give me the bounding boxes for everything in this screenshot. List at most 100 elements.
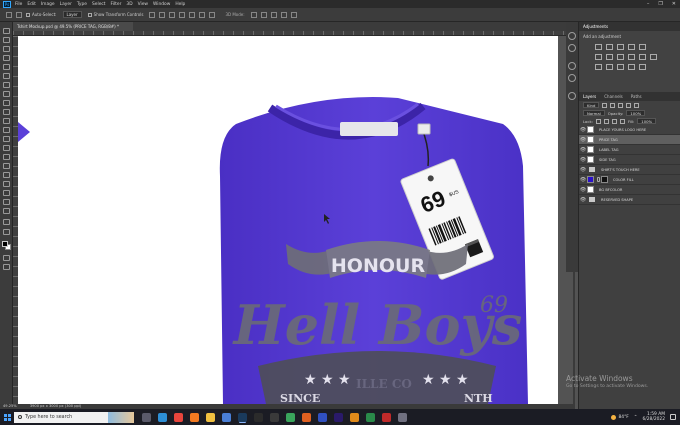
3d-rotate-icon[interactable] [250, 11, 257, 18]
frame-tool-icon[interactable] [3, 73, 10, 79]
visibility-eye-icon[interactable]: 👁 [579, 177, 587, 183]
brightness-contrast-icon[interactable] [595, 44, 602, 50]
posterize-icon[interactable] [606, 64, 613, 70]
rectangle-tool-icon[interactable] [3, 190, 10, 196]
show-transform-checkbox[interactable]: Show Transform Controls [87, 12, 143, 17]
taskbar-photoshop-icon[interactable] [237, 412, 247, 422]
lasso-tool-icon[interactable] [3, 46, 10, 52]
menu-filter[interactable]: Filter [111, 2, 122, 7]
gradient-map-icon[interactable] [639, 64, 646, 70]
visibility-eye-icon[interactable]: 👁 [579, 167, 587, 173]
taskbar-after-effects-icon[interactable] [333, 412, 343, 422]
marquee-tool-icon[interactable] [3, 37, 10, 43]
menu-type[interactable]: Type [77, 2, 87, 7]
layer-row[interactable]: 👁 BG BFCOLOR [579, 185, 680, 195]
zoom-level[interactable]: 49.25% [3, 404, 17, 408]
3d-pan-icon[interactable] [270, 11, 277, 18]
align-bottom-icon[interactable] [199, 11, 206, 18]
restore-button[interactable]: ❐ [658, 1, 662, 7]
layer-row[interactable]: 👁 SHIRT'S TOUCH HERE [579, 165, 680, 175]
pen-tool-icon[interactable] [3, 163, 10, 169]
menu-3d[interactable]: 3D [126, 2, 132, 7]
taskbar-app-orange-icon[interactable] [301, 412, 311, 422]
visibility-eye-icon[interactable]: 👁 [579, 127, 587, 133]
brush-panel-icon[interactable] [568, 92, 576, 100]
menu-select[interactable]: Select [92, 2, 106, 7]
filter-shape-icon[interactable] [626, 102, 632, 108]
screen-mode-icon[interactable] [3, 264, 10, 270]
history-brush-tool-icon[interactable] [3, 118, 10, 124]
history-panel-icon[interactable] [568, 32, 576, 40]
hue-saturation-icon[interactable] [595, 54, 602, 60]
path-selection-tool-icon[interactable] [3, 181, 10, 187]
notification-icon[interactable] [670, 414, 676, 420]
fill-input[interactable]: 100% [637, 118, 657, 124]
blend-mode-select[interactable]: Normal [583, 110, 605, 116]
quick-select-tool-icon[interactable] [3, 55, 10, 61]
tab-adjustments[interactable]: Adjustments [583, 24, 608, 29]
dodge-tool-icon[interactable] [3, 154, 10, 160]
menu-window[interactable]: Window [153, 2, 170, 7]
libraries-panel-icon[interactable] [568, 74, 576, 82]
menu-view[interactable]: View [138, 2, 148, 7]
filter-smart-icon[interactable] [634, 102, 640, 108]
taskbar-store-icon[interactable] [221, 412, 231, 422]
levels-icon[interactable] [606, 44, 613, 50]
layer-filter-kind[interactable]: Kind [583, 102, 600, 108]
lock-transparent-icon[interactable] [595, 118, 601, 124]
taskbar-file-explorer-icon[interactable] [205, 412, 215, 422]
menu-layer[interactable]: Layer [60, 2, 72, 7]
black-white-icon[interactable] [617, 54, 624, 60]
auto-select-dropdown[interactable]: Layer [62, 11, 82, 18]
close-button[interactable]: ✕ [672, 1, 676, 7]
align-left-icon[interactable] [149, 11, 156, 18]
channel-mixer-icon[interactable] [639, 54, 646, 60]
properties-panel-icon[interactable] [568, 44, 576, 52]
filter-pixel-icon[interactable] [602, 102, 608, 108]
distribute-icon[interactable] [209, 11, 216, 18]
taskbar-app-blue-icon[interactable] [317, 412, 327, 422]
color-lookup-icon[interactable] [650, 54, 657, 60]
type-tool-icon[interactable] [3, 172, 10, 178]
menu-edit[interactable]: Edit [27, 2, 36, 7]
document-canvas[interactable]: 69 $US HONOUR Hell Boys 69 ★ ★ ★ ★ ★ ★ S… [18, 36, 558, 404]
brush-tool-icon[interactable] [3, 100, 10, 106]
invert-icon[interactable] [595, 64, 602, 70]
visibility-eye-icon[interactable]: 👁 [579, 197, 587, 203]
taskbar-app-red-icon[interactable] [381, 412, 391, 422]
blur-tool-icon[interactable] [3, 145, 10, 151]
filter-adjustment-icon[interactable] [610, 102, 616, 108]
foreground-color-swatch[interactable] [2, 241, 8, 247]
align-right-icon[interactable] [169, 11, 176, 18]
gradient-tool-icon[interactable] [3, 136, 10, 142]
color-balance-icon[interactable] [606, 54, 613, 60]
eyedropper-tool-icon[interactable] [3, 82, 10, 88]
taskbar-task-view-icon[interactable] [141, 412, 151, 422]
visibility-eye-icon[interactable]: 👁 [579, 157, 587, 163]
taskbar-app-gray-icon[interactable] [397, 412, 407, 422]
taskbar-chrome-icon[interactable] [173, 412, 183, 422]
threshold-icon[interactable] [617, 64, 624, 70]
taskbar-obs-icon[interactable] [269, 412, 279, 422]
taskbar-firefox-icon[interactable] [189, 412, 199, 422]
layer-row[interactable]: 👁 PLACE YOURS LOGO HERE [579, 125, 680, 135]
taskbar-illustrator-icon[interactable] [349, 412, 359, 422]
start-button[interactable] [0, 409, 14, 425]
move-tool-icon[interactable] [3, 28, 10, 34]
lock-position-icon[interactable] [611, 118, 617, 124]
move-tool-icon[interactable] [6, 11, 12, 18]
align-top-icon[interactable] [179, 11, 186, 18]
layer-row[interactable]: 👁 PRICE TAG [579, 135, 680, 145]
healing-brush-tool-icon[interactable] [3, 91, 10, 97]
curves-icon[interactable] [617, 44, 624, 50]
taskbar-media-icon[interactable] [253, 412, 263, 422]
align-middle-icon[interactable] [189, 11, 196, 18]
layer-row[interactable]: 👁 COLOR FILL [579, 175, 680, 185]
info-panel-icon[interactable] [568, 62, 576, 70]
default-colors-icon[interactable] [3, 229, 10, 235]
3d-roll-icon[interactable] [260, 11, 267, 18]
opacity-input[interactable]: 100% [626, 110, 646, 116]
more-tools-icon[interactable] [3, 219, 10, 225]
weather-widget[interactable]: 84°F [611, 414, 629, 420]
menu-help[interactable]: Help [175, 2, 185, 7]
